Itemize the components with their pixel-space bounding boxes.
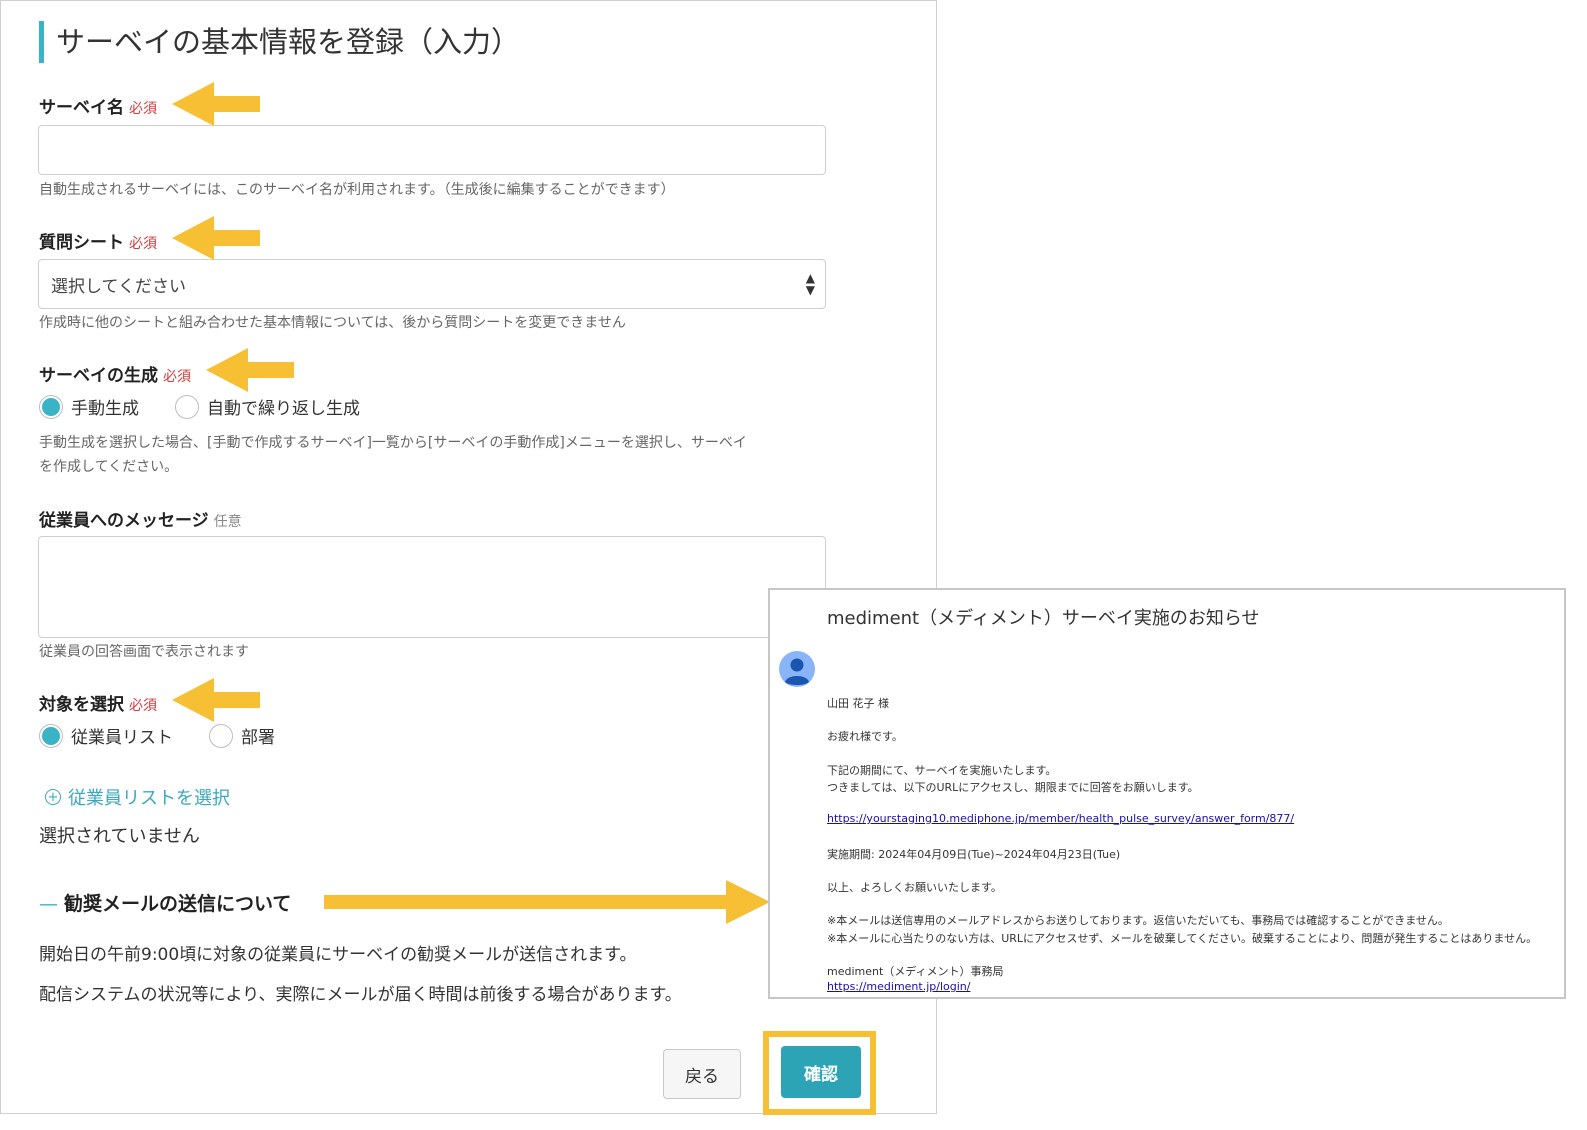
radio-department-label[interactable]: 部署: [241, 723, 275, 748]
generation-help-line2: を作成してください。: [39, 459, 179, 475]
select-employee-list-link-text[interactable]: 従業員リストを選択: [68, 784, 230, 810]
question-sheet-select[interactable]: 選択してください ▲ ▼: [38, 259, 826, 309]
question-sheet-label-text: 質問シート: [39, 233, 124, 253]
arrow-left-icon: [206, 348, 294, 392]
message-label-text: 従業員へのメッセージ: [39, 511, 209, 531]
user-avatar-icon: [779, 651, 815, 687]
email-survey-link[interactable]: https://yourstaging10.mediphone.jp/membe…: [827, 812, 1294, 825]
required-badge: 必須: [163, 369, 191, 385]
updown-caret-icon: ▲ ▼: [805, 271, 815, 297]
message-help: 従業員の回答画面で表示されます: [39, 644, 249, 660]
radio-auto-generation-label[interactable]: 自動で繰り返し生成: [207, 394, 360, 419]
required-badge: 必須: [129, 101, 157, 117]
optional-badge: 任意: [213, 514, 242, 530]
target-label: 対象を選択 必須: [39, 690, 157, 715]
reminder-info-line1: 開始日の午前9:00頃に対象の従業員にサーベイの勧奨メールが送信されます。: [39, 945, 637, 965]
question-sheet-label: 質問シート 必須: [39, 228, 157, 253]
target-label-text: 対象を選択: [39, 695, 124, 715]
reminder-heading-text: 勧奨メールの送信について: [64, 893, 292, 915]
email-period: 実施期間: 2024年04月09日(Tue)~2024年04月23日(Tue): [827, 848, 1121, 861]
confirm-button[interactable]: 確認: [781, 1046, 861, 1098]
radio-auto-generation[interactable]: [175, 394, 199, 419]
email-note2: ※本メールに心当たりのない方は、URLにアクセスせず、メールを破棄してください。…: [827, 932, 1538, 945]
required-badge: 必須: [129, 236, 157, 252]
message-textarea[interactable]: [38, 536, 826, 638]
radio-employee-list-label[interactable]: 従業員リスト: [71, 723, 173, 748]
email-recipient: 山田 花子 様: [827, 697, 889, 710]
arrow-left-icon: [172, 216, 260, 260]
email-preview: mediment（メディメント）サーベイ実施のお知らせ 山田 花子 様 お疲れ様…: [768, 588, 1566, 999]
page-title: サーベイの基本情報を登録（入力）: [39, 21, 520, 63]
reminder-info-line2: 配信システムの状況等により、実際にメールが届く時間は前後する場合があります。: [39, 985, 682, 1005]
generation-radio-group: 手動生成 自動で繰り返し生成: [39, 394, 396, 419]
email-body-line1: 下記の期間にて、サーベイを実施いたします。: [827, 764, 1057, 777]
radio-employee-list[interactable]: [39, 723, 63, 748]
generation-label: サーベイの生成 必須: [39, 361, 191, 386]
no-selection-text: 選択されていません: [39, 826, 200, 847]
arrow-right-icon: [324, 880, 770, 924]
email-signature: mediment（メディメント）事務局: [827, 965, 1004, 978]
survey-name-input[interactable]: [38, 125, 826, 175]
email-subject: mediment（メディメント）サーベイ実施のお知らせ: [827, 608, 1260, 629]
message-label: 従業員へのメッセージ 任意: [39, 506, 242, 531]
collapse-dash-icon: —: [39, 893, 58, 915]
arrow-left-icon: [172, 678, 260, 722]
email-login-link[interactable]: https://mediment.jp/login/: [827, 980, 970, 993]
radio-manual-generation[interactable]: [39, 394, 63, 419]
survey-name-label-text: サーベイ名: [39, 98, 124, 118]
email-note1: ※本メールは送信専用のメールアドレスからお送りしております。返信いただいても、事…: [827, 914, 1449, 927]
email-closing: 以上、よろしくお願いいたします。: [827, 881, 1002, 894]
select-employee-list-link[interactable]: + 従業員リストを選択: [45, 784, 230, 810]
survey-name-label: サーベイ名 必須: [39, 93, 157, 118]
question-sheet-selected-value: 選択してください: [51, 277, 186, 297]
target-radio-group: 従業員リスト 部署: [39, 723, 311, 748]
back-button[interactable]: 戻る: [663, 1049, 741, 1099]
required-badge: 必須: [129, 698, 157, 714]
survey-name-help: 自動生成されるサーベイには、このサーベイ名が利用されます。（生成後に編集すること…: [39, 182, 675, 198]
generation-label-text: サーベイの生成: [39, 366, 158, 386]
radio-manual-generation-label[interactable]: 手動生成: [71, 394, 139, 419]
generation-help-line1: 手動生成を選択した場合、[手動で作成するサーベイ]一覧から[サーベイの手動作成]…: [39, 435, 747, 451]
reminder-section-heading: — 勧奨メールの送信について: [39, 889, 291, 916]
arrow-left-icon: [172, 82, 260, 126]
radio-department[interactable]: [209, 723, 233, 748]
question-sheet-help: 作成時に他のシートと組み合わせた基本情報については、後から質問シートを変更できま…: [39, 315, 626, 331]
email-body-line2: つきましては、以下のURLにアクセスし、期限までに回答をお願いします。: [827, 781, 1199, 794]
plus-circle-icon: +: [45, 789, 61, 805]
email-greeting: お疲れ様です。: [827, 730, 903, 743]
